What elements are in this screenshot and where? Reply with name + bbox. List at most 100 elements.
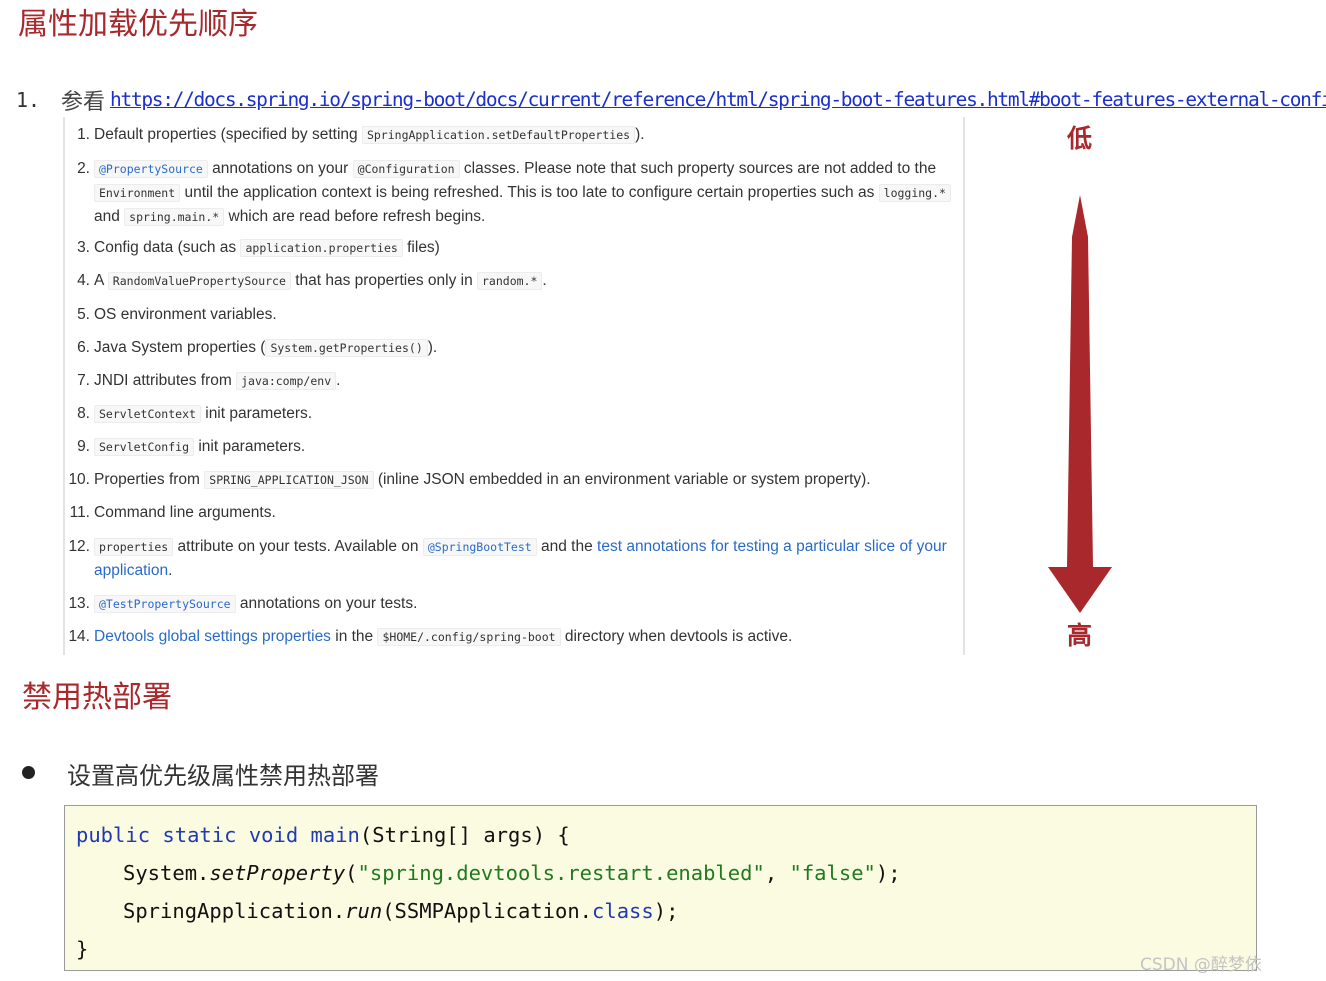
keyword: static <box>162 823 237 847</box>
arrow-shape <box>1048 195 1112 613</box>
list-item-text: Java System properties (System.getProper… <box>94 336 960 360</box>
text-run: . <box>336 372 341 389</box>
code-text: ); <box>653 899 679 923</box>
inline-code: SpringApplication.setDefaultProperties <box>361 126 636 144</box>
inline-code: ServletContext <box>94 405 201 423</box>
inline-code: ServletConfig <box>94 438 195 456</box>
list-item-number: 14. <box>68 628 90 645</box>
list-item-text: @TestPropertySource annotations on your … <box>94 592 960 616</box>
list-number: 1. <box>16 88 41 112</box>
text-run: and <box>94 208 125 225</box>
list-item-text: Devtools global settings properties in t… <box>94 625 960 649</box>
list-item-number: 12. <box>68 538 90 555</box>
code-line-4: } <box>76 937 89 961</box>
text-run: A <box>94 272 108 289</box>
docs-link[interactable]: https://docs.spring.io/spring-boot/docs/… <box>110 88 1326 111</box>
keyword: void <box>248 823 299 847</box>
list-item-text: Default properties (specified by setting… <box>94 123 960 147</box>
code-block: public static void main(String[] args) {… <box>64 805 1257 971</box>
inline-code: System.getProperties() <box>265 339 428 357</box>
inline-code: @PropertySource <box>94 160 208 178</box>
inline-code: SPRING_APPLICATION_JSON <box>204 471 374 489</box>
text-run: until the application context is being r… <box>180 184 879 201</box>
inline-code: $HOME/.config/spring-boot <box>377 628 561 646</box>
text-run: ). <box>427 339 438 356</box>
keyword: class <box>592 899 654 923</box>
function-name: main <box>310 823 360 847</box>
code-line-2: System.setProperty("spring.devtools.rest… <box>123 859 901 887</box>
list-item-text: ServletConfig init parameters. <box>94 435 960 459</box>
text-run: Command line arguments. <box>94 504 276 521</box>
inline-code: logging.* <box>878 184 951 202</box>
inline-code: java:comp/env <box>236 372 337 390</box>
list-item-number: 2. <box>77 160 90 177</box>
method-name: setProperty <box>209 861 346 885</box>
priority-list-panel: 1. Default properties (specified by setti… <box>63 117 965 655</box>
list-item-text: Config data (such as application.propert… <box>94 236 960 260</box>
list-item-number: 7. <box>77 372 90 389</box>
list-item-text: Command line arguments. <box>94 501 960 525</box>
text-run: files) <box>402 239 440 256</box>
text-run: in the <box>330 628 378 645</box>
list-item-text: A RandomValuePropertySource that has pro… <box>94 269 960 293</box>
text-run: Java System properties ( <box>94 339 266 356</box>
text-run: Config data (such as <box>94 239 241 256</box>
text-run: annotations on your tests. <box>235 595 418 612</box>
section-title-load-order: 属性加载优先顺序 <box>18 7 258 42</box>
list-item-text: Properties from SPRING_APPLICATION_JSON … <box>94 468 960 492</box>
text-run: and the <box>536 538 598 555</box>
inline-code: spring.main.* <box>124 208 225 226</box>
list-item-number: 4. <box>77 272 90 289</box>
code-text: , <box>764 861 790 885</box>
list-item-text: properties attribute on your tests. Avai… <box>94 535 960 583</box>
code-text: (SSMPApplication. <box>382 899 593 923</box>
text-run: JNDI attributes from <box>94 372 237 389</box>
inline-code: @Configuration <box>352 160 460 178</box>
text-run: that has properties only in <box>290 272 477 289</box>
method-name: run <box>345 899 383 923</box>
code-line-3: SpringApplication.run(SSMPApplication.cl… <box>123 897 678 925</box>
text-run: init parameters. <box>194 438 306 455</box>
inline-code: properties <box>94 538 174 556</box>
text-run: attribute on your tests. Available on <box>173 538 423 555</box>
inline-code: @TestPropertySource <box>94 595 236 613</box>
list-item-number: 13. <box>68 595 90 612</box>
code-text: (String[] args) { <box>359 823 570 847</box>
inline-code: application.properties <box>240 239 403 257</box>
text-run: . <box>542 272 547 289</box>
list-item-number: 8. <box>77 405 90 422</box>
string-literal: "false" <box>789 861 876 885</box>
inline-code: RandomValuePropertySource <box>107 272 291 290</box>
keyword: public <box>76 823 151 847</box>
inline-code: Environment <box>94 184 181 202</box>
inline-code: random.* <box>477 272 543 290</box>
reference-line: 1. 参看 https://docs.spring.io/spring-boot… <box>16 84 1326 116</box>
high-priority-label: 高 <box>1067 621 1093 650</box>
list-item-text: @PropertySource annotations on your @Con… <box>94 157 960 229</box>
list-item-number: 1. <box>77 126 90 143</box>
list-item-number: 11. <box>69 504 90 521</box>
code-text: ); <box>875 861 901 885</box>
bullet-icon <box>22 766 35 779</box>
text-run: classes. Please note that such property … <box>459 160 937 177</box>
doc-link[interactable]: Devtools global settings properties <box>94 628 331 645</box>
list-item-number: 5. <box>77 306 90 323</box>
text-run: Properties from <box>94 471 205 488</box>
text-run: which are read before refresh begins. <box>224 208 486 225</box>
code-line-1: public static void main(String[] args) { <box>76 821 570 849</box>
list-item-text: OS environment variables. <box>94 303 960 327</box>
text-run: annotations on your <box>207 160 353 177</box>
priority-arrow-icon <box>1048 195 1112 613</box>
text-run: Default properties (specified by setting <box>94 126 362 143</box>
text-run: . <box>168 562 173 579</box>
text-run: init parameters. <box>200 405 313 422</box>
text-run: OS environment variables. <box>94 306 277 323</box>
bullet-text: 设置高优先级属性禁用热部署 <box>67 762 379 790</box>
list-item-number: 3. <box>77 239 90 256</box>
code-text: ( <box>345 861 358 885</box>
list-item-number: 10. <box>68 471 90 488</box>
code-text: System. <box>123 861 210 885</box>
section-title-disable-hot-deploy: 禁用热部署 <box>22 680 172 715</box>
list-item-number: 9. <box>77 438 90 455</box>
list-item-text: JNDI attributes from java:comp/env. <box>94 369 960 393</box>
